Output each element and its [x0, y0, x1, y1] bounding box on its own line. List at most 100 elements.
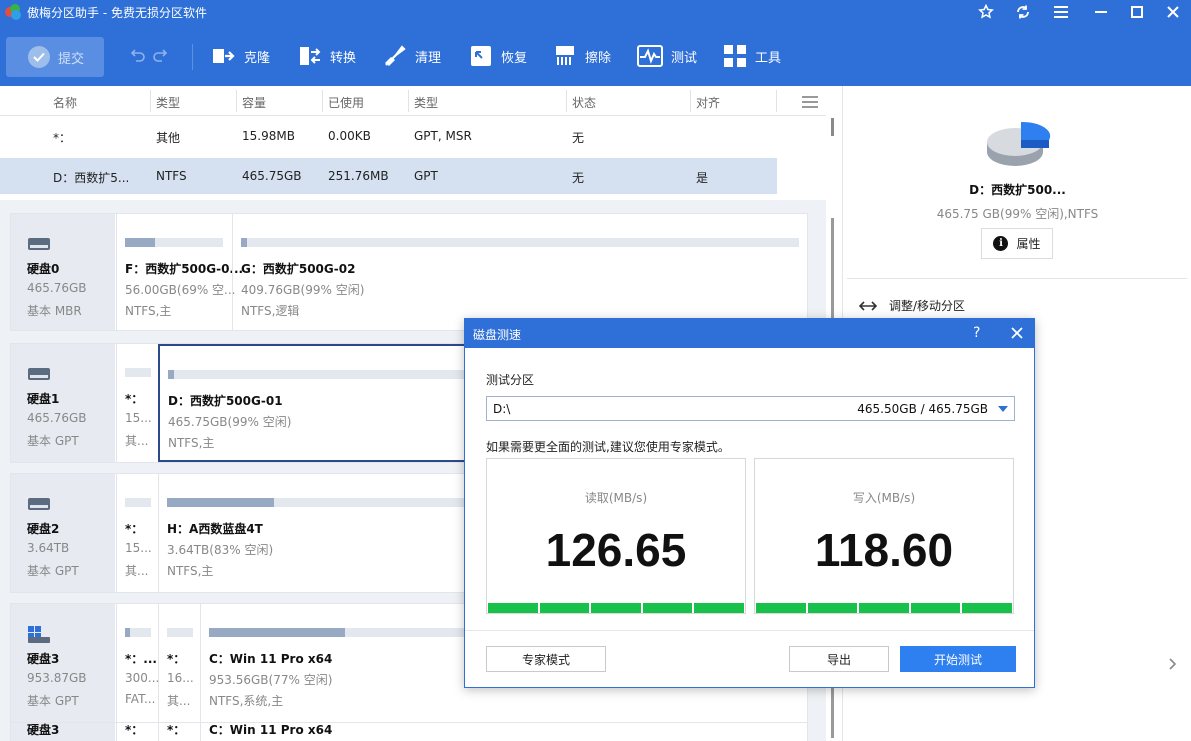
recover-button[interactable]: 恢复 — [469, 43, 527, 69]
minimize-icon[interactable] — [1083, 0, 1119, 24]
disk-name: 硬盘0 — [27, 262, 60, 276]
header-status[interactable]: 状态 — [572, 94, 596, 111]
partition-block[interactable]: *：... 300... FAT... — [116, 604, 160, 722]
partition-size: 953.56GB(77% 空闲) — [209, 673, 333, 687]
partition-size: 15... — [125, 411, 152, 425]
close-icon[interactable] — [1155, 0, 1191, 24]
header-ptype[interactable]: 类型 — [414, 94, 438, 111]
disk-info: 硬盘2 3.64TB 基本 GPT — [11, 474, 115, 592]
partition-name: C：Win 11 Pro x64 — [209, 652, 333, 666]
dialog-title-bar: 磁盘测速 ? — [465, 319, 1034, 348]
cell-type: NTFS — [156, 169, 187, 183]
usage-bar-fill — [125, 628, 131, 637]
header-divider — [322, 90, 323, 112]
disk-card[interactable]: 硬盘3 *： *： C：Win 11 Pro x64 — [10, 722, 808, 741]
read-speed-label: 读取(MB/s) — [584, 491, 648, 505]
tools-label: 工具 — [755, 50, 782, 66]
partition-block[interactable]: *： 16... 其... — [158, 604, 200, 722]
usage-bar — [125, 368, 151, 377]
partition-select-value: D:\ — [493, 402, 511, 416]
partition-block[interactable]: *： 15... 其... — [116, 474, 158, 592]
dialog-divider — [465, 630, 1034, 631]
cell-ptype: GPT, MSR — [414, 129, 472, 143]
partition-block[interactable]: *： 15... 其... — [116, 344, 158, 462]
cleanup-button[interactable]: 清理 — [383, 43, 441, 69]
progress-segment — [910, 603, 961, 613]
chevron-right-icon[interactable] — [1169, 658, 1177, 670]
table-row[interactable]: D：西数扩5... NTFS 465.75GB 251.76MB GPT 无 是 — [0, 158, 777, 194]
maximize-icon[interactable] — [1119, 0, 1155, 24]
header-name[interactable]: 名称 — [53, 94, 77, 111]
test-icon — [637, 45, 663, 67]
header-type[interactable]: 类型 — [156, 94, 180, 111]
header-align[interactable]: 对齐 — [696, 94, 720, 111]
star-icon[interactable] — [968, 0, 1004, 24]
export-button[interactable]: 导出 — [789, 646, 889, 672]
resize-move-partition-item[interactable]: 调整/移动分区 — [859, 297, 965, 314]
disk-info: 硬盘1 465.76GB 基本 GPT — [11, 344, 115, 462]
hard-disk-icon — [28, 498, 50, 510]
disk-card[interactable]: 硬盘0 465.76GB 基本 MBR F：西数扩500G-0... 56.00… — [10, 213, 808, 331]
convert-button[interactable]: 转换 — [298, 43, 356, 69]
partition-block[interactable]: F：西数扩500G-0... 56.00GB(69% 空... NTFS,主 — [116, 214, 243, 330]
redo-icon[interactable] — [152, 46, 170, 64]
selected-partition-name: D：西数扩500... — [969, 183, 1066, 197]
tools-button[interactable]: 工具 — [723, 43, 781, 69]
test-partition-label: 测试分区 — [486, 373, 535, 387]
partition-name: H：A西数蓝盘4T — [167, 522, 263, 536]
partition-name: D：西数扩500G-01 — [168, 394, 283, 408]
read-speed-value: 126.65 — [545, 524, 687, 576]
title-bar: 傲梅分区助手 - 免费无损分区软件 — [0, 0, 1191, 24]
partition-name: *： — [125, 392, 144, 406]
partition-block[interactable]: *： — [158, 723, 200, 741]
table-row[interactable]: *： 其他 15.98MB 0.00KB GPT, MSR 无 — [0, 118, 777, 154]
refresh-icon[interactable] — [1005, 0, 1041, 24]
header-capacity[interactable]: 容量 — [242, 94, 266, 111]
disk-info: 硬盘3 953.87GB 基本 GPT — [11, 604, 115, 722]
partition-table: 名称 类型 容量 已使用 类型 状态 对齐 *： 其他 15.98MB 0.00… — [0, 86, 826, 198]
test-button[interactable]: 测试 — [637, 43, 697, 69]
progress-segment — [539, 603, 590, 613]
write-speed-panel: 写入(MB/s) 118.60 — [754, 458, 1014, 614]
usage-bar-fill — [209, 628, 345, 637]
disk-usage-pie-icon — [987, 121, 1051, 166]
hard-disk-icon — [28, 368, 50, 380]
partition-size: 300... — [125, 671, 160, 685]
disk-name: 硬盘3 — [27, 652, 60, 666]
disk-size: 465.76GB — [27, 411, 87, 425]
properties-button[interactable]: i 属性 — [981, 228, 1053, 259]
app-window: 傲梅分区助手 - 免费无损分区软件 提交 克隆 转换 清理 恢复 擦除 测试 工… — [0, 0, 1191, 741]
submit-button[interactable]: 提交 — [6, 37, 104, 77]
clone-button[interactable]: 克隆 — [212, 43, 270, 69]
window-title: 傲梅分区助手 - 免费无损分区软件 — [27, 6, 207, 20]
dialog-close-icon[interactable] — [1011, 327, 1023, 339]
partition-name: *： — [125, 522, 144, 536]
partition-select-size: 465.50GB / 465.75GB — [857, 402, 988, 416]
columns-icon[interactable] — [802, 96, 818, 108]
menu-icon[interactable] — [1043, 0, 1079, 24]
partition-block[interactable]: C：Win 11 Pro x64 — [200, 723, 807, 741]
usage-bar — [125, 238, 223, 247]
wipe-button[interactable]: 擦除 — [553, 43, 611, 69]
help-icon[interactable]: ? — [973, 325, 980, 341]
progress-segment — [807, 603, 858, 613]
hard-disk-icon — [28, 238, 50, 250]
header-used[interactable]: 已使用 — [328, 94, 364, 111]
partition-block[interactable]: *： — [116, 723, 158, 741]
progress-segment — [694, 603, 744, 613]
cell-name: *： — [53, 131, 72, 145]
expert-mode-button[interactable]: 专家模式 — [486, 646, 606, 672]
disk-name: 硬盘1 — [27, 392, 60, 406]
undo-icon[interactable] — [128, 46, 146, 64]
partition-size: 56.00GB(69% 空... — [125, 283, 236, 297]
export-label: 导出 — [826, 652, 851, 667]
partition-select[interactable]: D:\ 465.50GB / 465.75GB — [486, 396, 1015, 421]
partition-block[interactable]: G：西数扩500G-02 409.76GB(99% 空闲) NTFS,逻辑 — [232, 214, 809, 330]
dialog-title: 磁盘测速 — [473, 328, 522, 342]
cell-ptype: GPT — [414, 169, 438, 183]
partition-fs: NTFS,逻辑 — [241, 304, 300, 318]
table-scrollbar[interactable] — [831, 118, 834, 136]
progress-segment — [642, 603, 693, 613]
start-test-button[interactable]: 开始测试 — [900, 646, 1016, 672]
partition-fs: NTFS,主 — [167, 564, 214, 578]
